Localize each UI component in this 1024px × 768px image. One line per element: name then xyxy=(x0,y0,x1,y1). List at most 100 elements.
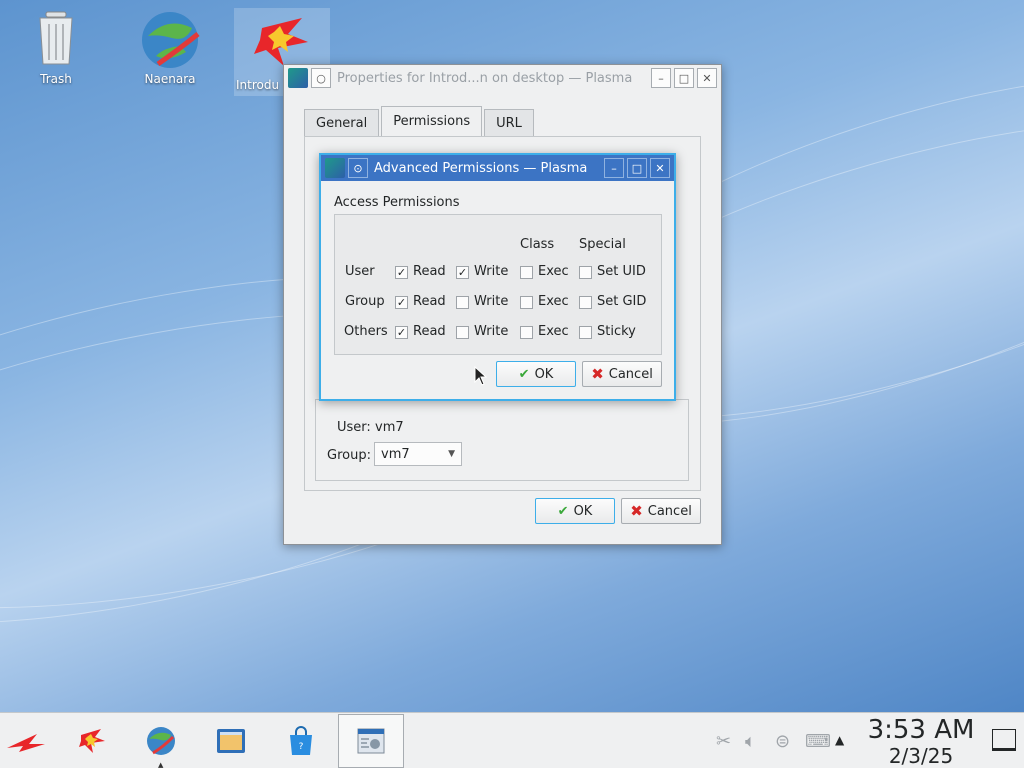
exec-checkbox[interactable] xyxy=(520,296,533,309)
taskbar-item-introduction[interactable] xyxy=(68,719,114,763)
red-star-icon xyxy=(250,8,314,72)
desktop-icon-label: Introdu xyxy=(236,78,280,92)
advanced-permissions-dialog: ⊙ Advanced Permissions — Plasma – □ ✕ Ac… xyxy=(319,153,676,401)
shopping-bag-icon: ? xyxy=(290,726,312,755)
checkmark-icon: ✔ xyxy=(557,503,569,519)
special-checkbox[interactable] xyxy=(579,326,592,339)
show-desktop-icon[interactable] xyxy=(992,729,1016,751)
properties-title: Properties for Introd...n on desktop — P… xyxy=(337,70,633,86)
write-checkbox[interactable] xyxy=(456,326,469,339)
group-label: Group: xyxy=(327,448,371,463)
red-star-app-icon xyxy=(79,729,105,753)
read-checkbox[interactable]: ✓ xyxy=(395,326,408,339)
properties-cancel-button[interactable]: ✖ Cancel xyxy=(621,498,701,524)
advanced-ok-button[interactable]: ✔ OK xyxy=(496,361,576,387)
globe-icon xyxy=(138,6,202,70)
properties-titlebar[interactable]: ○ Properties for Introd...n on desktop —… xyxy=(284,65,721,91)
taskbar-item-naenara[interactable]: ▲ xyxy=(138,719,184,768)
maximize-button[interactable]: □ xyxy=(674,68,694,88)
checkmark-icon: ✔ xyxy=(518,366,530,382)
write-checkbox[interactable] xyxy=(456,296,469,309)
advanced-titlebar[interactable]: ⊙ Advanced Permissions — Plasma – □ ✕ xyxy=(321,155,674,181)
access-permissions-group: Class Special User ✓ Read ✓ Write Exec Set UID… xyxy=(334,214,662,355)
column-header-class: Class xyxy=(520,237,555,252)
tab-url[interactable]: URL xyxy=(484,109,534,137)
special-checkbox[interactable] xyxy=(579,266,592,279)
advanced-title: Advanced Permissions — Plasma xyxy=(374,160,588,176)
settings-window-icon xyxy=(357,728,385,754)
digital-clock[interactable]: 3:53 AM 2/3/25 xyxy=(862,715,980,767)
user-label: User: xyxy=(337,420,371,435)
special-checkbox-label[interactable]: Set GID xyxy=(597,294,646,309)
special-checkbox-label[interactable]: Sticky xyxy=(597,324,636,339)
group-select[interactable]: vm7 ▼ xyxy=(374,442,462,466)
user-value: vm7 xyxy=(375,420,404,435)
properties-tabs: General Permissions URL xyxy=(304,106,536,137)
trash-icon xyxy=(24,6,88,70)
properties-ok-button[interactable]: ✔ OK xyxy=(535,498,615,524)
pin-icon[interactable]: ⊙ xyxy=(348,158,368,178)
cancel-x-icon: ✖ xyxy=(630,502,643,520)
write-checkbox-label[interactable]: Write xyxy=(474,294,508,309)
minimize-button[interactable]: – xyxy=(604,158,624,178)
exec-checkbox[interactable] xyxy=(520,326,533,339)
desktop-icon-label: Trash xyxy=(40,72,72,86)
permission-row-label: User xyxy=(345,264,375,279)
exec-checkbox-label[interactable]: Exec xyxy=(538,324,569,339)
read-checkbox-label[interactable]: Read xyxy=(413,264,446,279)
taskbar-item-properties[interactable] xyxy=(338,714,404,768)
column-header-special: Special xyxy=(579,237,626,252)
app-icon xyxy=(325,158,345,178)
read-checkbox[interactable]: ✓ xyxy=(395,266,408,279)
read-checkbox-label[interactable]: Read xyxy=(413,294,446,309)
taskbar: ▲ ? ✂ 🔈︎ ⊜ ⌨︎ ▲ 3:53 AM 2/3/25 xyxy=(0,712,1024,768)
volume-icon[interactable]: 🔈︎ xyxy=(745,731,756,752)
cancel-label: Cancel xyxy=(647,503,692,519)
tab-permissions[interactable]: Permissions xyxy=(381,106,483,137)
expand-arrow-icon[interactable]: ▲ xyxy=(835,733,844,747)
clock-time: 3:53 AM xyxy=(867,715,975,745)
svg-text:?: ? xyxy=(299,742,304,752)
read-checkbox[interactable]: ✓ xyxy=(395,296,408,309)
desktop-icon-label: Naenara xyxy=(144,72,196,86)
write-checkbox-label[interactable]: Write xyxy=(474,264,508,279)
cancel-label: Cancel xyxy=(608,366,653,382)
special-checkbox-label[interactable]: Set UID xyxy=(597,264,646,279)
permission-row-label: Others xyxy=(344,324,388,339)
globe-icon xyxy=(147,727,175,755)
chevron-down-icon: ▼ xyxy=(448,449,455,459)
special-checkbox[interactable] xyxy=(579,296,592,309)
permission-row-label: Group xyxy=(345,294,385,309)
taskbar-item-file-manager[interactable] xyxy=(208,719,254,763)
close-button[interactable]: ✕ xyxy=(697,68,717,88)
group-select-value: vm7 xyxy=(381,446,410,462)
taskbar-item-store[interactable]: ? xyxy=(278,719,324,763)
minimize-button[interactable]: – xyxy=(651,68,671,88)
cancel-x-icon: ✖ xyxy=(591,365,604,383)
write-checkbox-label[interactable]: Write xyxy=(474,324,508,339)
running-indicator-icon: ▲ xyxy=(158,761,164,768)
read-checkbox-label[interactable]: Read xyxy=(413,324,446,339)
scissors-icon[interactable]: ✂ xyxy=(716,731,731,752)
advanced-cancel-button[interactable]: ✖ Cancel xyxy=(582,361,662,387)
close-button[interactable]: ✕ xyxy=(650,158,670,178)
mouse-cursor-icon xyxy=(474,365,488,390)
pin-icon[interactable]: ○ xyxy=(311,68,331,88)
access-permissions-label: Access Permissions xyxy=(334,195,460,210)
tab-general[interactable]: General xyxy=(304,109,380,137)
desktop-icon-naenara[interactable]: Naenara xyxy=(125,0,215,86)
desktop-icon-trash[interactable]: Trash xyxy=(11,0,101,86)
clock-date: 2/3/25 xyxy=(888,744,954,768)
network-icon[interactable]: ⊜ xyxy=(775,731,790,752)
application-launcher[interactable] xyxy=(4,719,50,763)
red-star-menu-icon xyxy=(7,734,45,752)
maximize-button[interactable]: □ xyxy=(627,158,647,178)
ok-label: OK xyxy=(534,366,554,382)
exec-checkbox-label[interactable]: Exec xyxy=(538,294,569,309)
write-checkbox[interactable]: ✓ xyxy=(456,266,469,279)
exec-checkbox-label[interactable]: Exec xyxy=(538,264,569,279)
display-icon[interactable]: ⌨︎ xyxy=(805,731,831,752)
ok-label: OK xyxy=(573,503,593,519)
exec-checkbox[interactable] xyxy=(520,266,533,279)
app-icon xyxy=(288,68,308,88)
